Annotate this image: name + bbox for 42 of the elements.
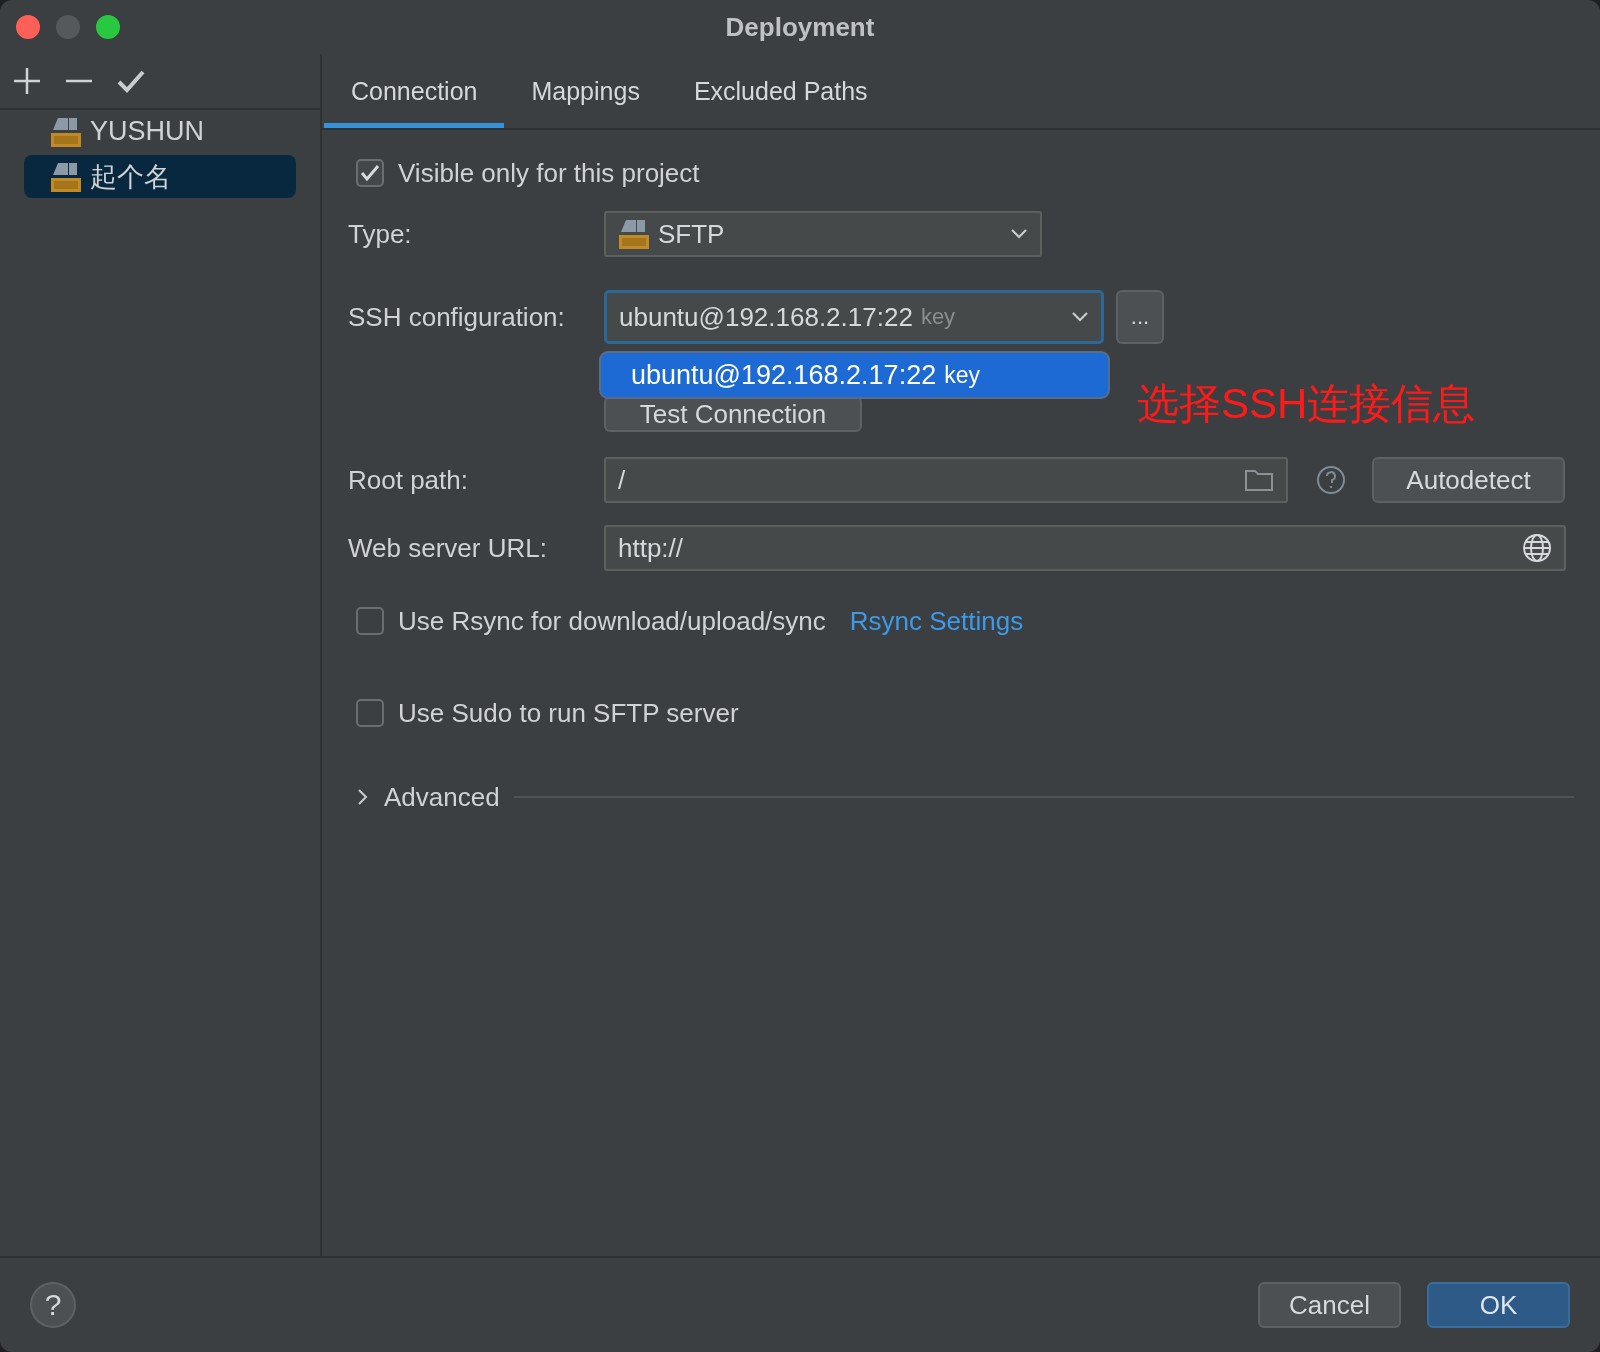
annotation-text: 选择SSH连接信息 — [1137, 379, 1476, 429]
web-url-field[interactable]: http:// — [604, 525, 1566, 571]
chevron-icon — [1010, 228, 1028, 240]
cancel-button[interactable]: Cancel — [1258, 1282, 1401, 1328]
type-dropdown[interactable]: SFTP — [604, 211, 1042, 257]
folder-icon — [1244, 468, 1274, 492]
globe-icon — [1522, 533, 1552, 563]
help-icon[interactable] — [1316, 465, 1346, 495]
check-icon — [360, 164, 380, 182]
checkbox[interactable] — [356, 699, 384, 727]
chevron-icon — [1071, 311, 1089, 323]
checkbox-label: Use Sudo to run SFTP server — [398, 697, 739, 729]
tab[interactable]: Mappings — [504, 54, 667, 128]
help-button[interactable]: ? — [30, 1282, 76, 1328]
sftp-file-icon — [50, 115, 82, 148]
server-item[interactable]: YUSHUN — [24, 110, 296, 153]
ssh-option-menu[interactable]: ubuntu@192.168.2.17:22 key — [599, 351, 1110, 399]
root-path-field[interactable]: / — [604, 457, 1288, 503]
chevron-icon[interactable] — [356, 788, 370, 806]
section-title[interactable]: Advanced — [384, 781, 500, 813]
window-title: Deployment — [725, 11, 875, 43]
server-item[interactable]: 起个名 — [24, 155, 296, 198]
sftp-file-icon — [618, 218, 650, 250]
field-label: Web server URL: — [348, 532, 548, 564]
more-button[interactable]: ... — [1116, 290, 1164, 344]
checkbox-label: Visible only for this project — [398, 157, 700, 189]
tab[interactable]: Connection — [324, 54, 505, 128]
autodetect-button[interactable]: Autodetect — [1372, 457, 1565, 503]
ssh-config-dropdown[interactable]: ubuntu@192.168.2.17:22 key — [604, 290, 1104, 344]
field-label: Root path: — [348, 464, 469, 496]
sftp-file-icon — [50, 160, 82, 193]
tab[interactable]: Excluded Paths — [666, 54, 895, 128]
rsync-settings-link[interactable]: Rsync Settings — [849, 605, 1024, 637]
add-icon[interactable] — [12, 66, 42, 96]
zoom-button[interactable] — [96, 15, 120, 39]
checkbox[interactable] — [356, 607, 384, 635]
close-button[interactable] — [16, 15, 40, 39]
field-label: Type: — [348, 218, 413, 250]
checkbox[interactable] — [356, 159, 384, 187]
ok-button[interactable]: OK — [1427, 1282, 1570, 1328]
checkbox-label: Use Rsync for download/upload/sync — [398, 605, 826, 637]
field-label: SSH configuration: — [348, 301, 566, 333]
